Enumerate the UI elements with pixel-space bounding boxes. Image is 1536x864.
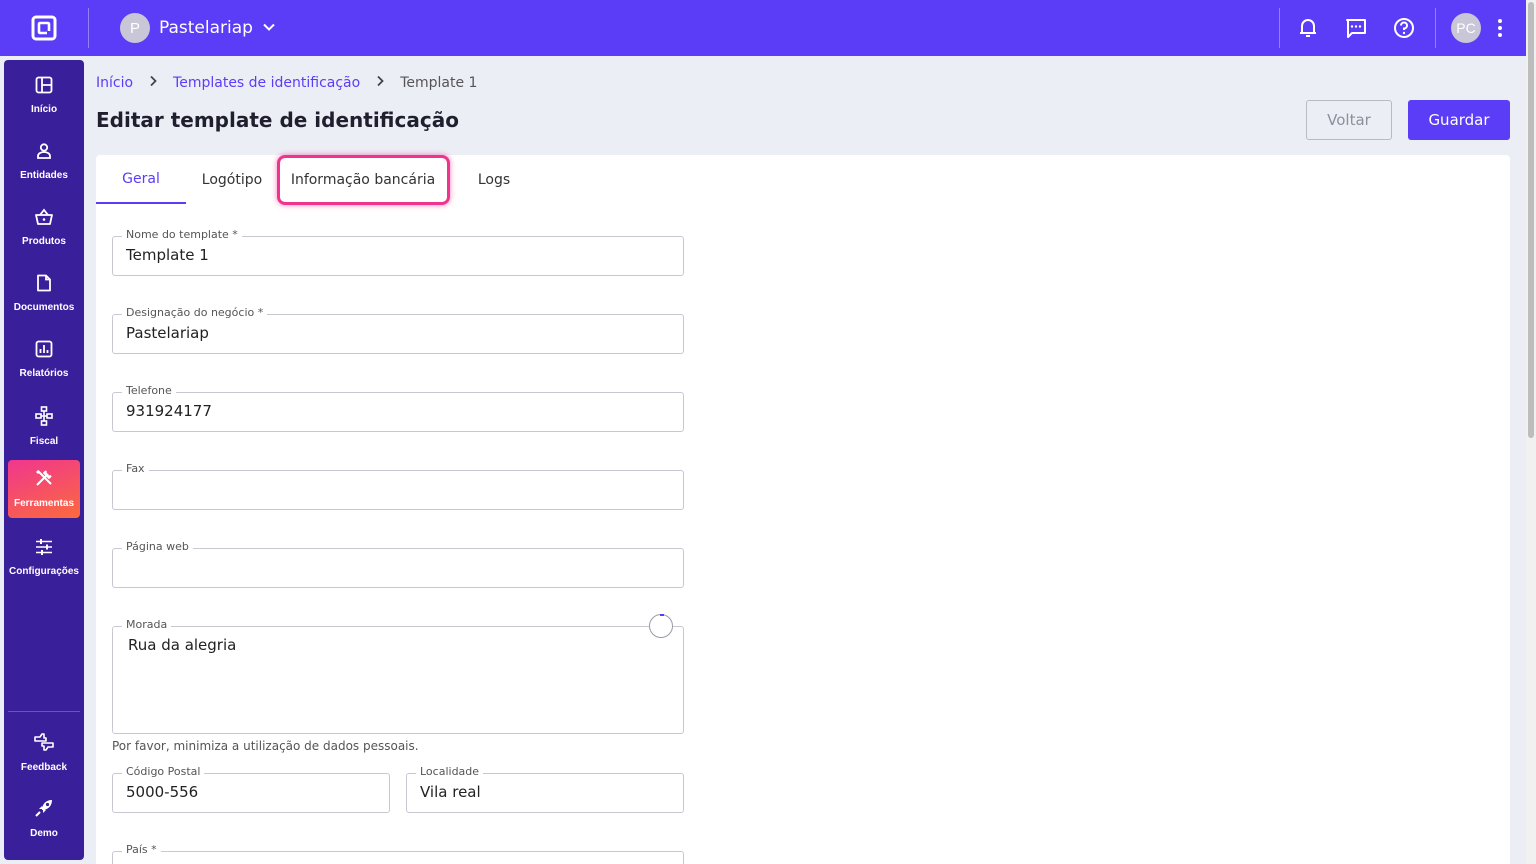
document-icon (36, 274, 52, 296)
topbar-divider (88, 8, 89, 48)
sidebar-item-label: Configurações (8, 566, 79, 577)
sidebar-item-label: Produtos (22, 236, 66, 247)
chevron-right-icon (148, 75, 158, 91)
field-label: Código Postal (122, 765, 205, 779)
sidebar-item-feedback[interactable]: Feedback (8, 724, 80, 782)
phone-field[interactable]: Telefone 931924177 (112, 384, 684, 432)
sidebar-item-label: Fiscal (29, 436, 59, 447)
breadcrumb-current: Template 1 (400, 75, 478, 91)
field-value[interactable]: Template 1 (126, 246, 209, 264)
sidebar-item-label: Início (30, 104, 58, 115)
field-label: Nome do template * (122, 228, 242, 242)
country-field[interactable]: País * (112, 843, 684, 864)
field-label: Fax (122, 462, 149, 476)
dashboard-icon (35, 76, 53, 98)
more-vert-icon[interactable] (1488, 16, 1512, 40)
field-label: Página web (122, 540, 193, 554)
field-value[interactable]: Pastelariap (126, 324, 209, 342)
sidebar-item-label: Relatórios (19, 368, 69, 379)
sidebar-item-produtos[interactable]: Produtos (8, 200, 80, 258)
sidebar-item-entidades[interactable]: Entidades (8, 134, 80, 192)
field-value[interactable]: 5000-556 (126, 783, 198, 801)
topbar-divider (1279, 8, 1280, 48)
sidebar-item-label: Documentos (13, 302, 75, 313)
locality-field[interactable]: Localidade Vila real (406, 765, 684, 813)
field-label: Telefone (122, 384, 176, 398)
address-textarea[interactable]: Morada Rua da alegria (112, 618, 684, 734)
app-logo-icon[interactable] (31, 15, 57, 41)
hierarchy-icon (35, 406, 53, 430)
field-label: País * (122, 843, 161, 857)
bell-icon[interactable] (1296, 16, 1320, 40)
sidebar-item-fiscal[interactable]: Fiscal (8, 398, 80, 456)
sliders-icon (35, 538, 53, 560)
breadcrumb-section-link[interactable]: Templates de identificação (173, 75, 360, 91)
back-button[interactable]: Voltar (1306, 100, 1392, 140)
scrollbar-thumb[interactable] (1528, 2, 1534, 438)
postal-code-field[interactable]: Código Postal 5000-556 (112, 765, 390, 813)
field-value[interactable]: Vila real (420, 783, 481, 801)
org-avatar: P (120, 13, 150, 43)
help-icon[interactable] (1392, 16, 1416, 40)
field-label: Designação do negócio * (122, 306, 268, 320)
breadcrumb-home-link[interactable]: Início (96, 75, 133, 91)
business-name-field[interactable]: Designação do negócio * Pastelariap (112, 306, 684, 354)
sidebar-item-label: Ferramentas (13, 498, 75, 509)
sidebar-item-configuracoes[interactable]: Configurações (8, 530, 80, 588)
chevron-down-icon (262, 19, 276, 38)
sidebar-item-ferramentas[interactable]: Ferramentas (8, 460, 80, 518)
sidebar-item-label: Entidades (20, 170, 68, 181)
page-scrollbar[interactable] (1526, 0, 1536, 864)
field-value[interactable]: Rua da alegria (128, 636, 236, 654)
fax-field[interactable]: Fax (112, 462, 684, 510)
tools-icon (34, 468, 54, 492)
basket-icon (34, 208, 54, 230)
sidebar-item-relatorios[interactable]: Relatórios (8, 332, 80, 390)
loading-spinner-icon (649, 614, 673, 638)
tab-geral[interactable]: Geral (96, 155, 186, 204)
sidebar-item-label: Feedback (20, 762, 68, 773)
rocket-icon (34, 798, 54, 822)
topbar-divider (1435, 8, 1436, 48)
sidebar-item-inicio[interactable]: Início (8, 68, 80, 126)
save-button[interactable]: Guardar (1408, 100, 1510, 140)
tab-highlight-outline (277, 155, 450, 205)
org-name: Pastelariap (159, 18, 253, 38)
tab-logs[interactable]: Logs (462, 155, 526, 204)
page-title: Editar template de identificação (96, 108, 459, 132)
person-icon (35, 142, 53, 164)
field-label: Morada (122, 618, 172, 632)
sidebar-item-label: Demo (30, 828, 58, 839)
template-name-field[interactable]: Nome do template * Template 1 (112, 228, 684, 276)
field-value[interactable]: 931924177 (126, 402, 212, 420)
tab-logotipo[interactable]: Logótipo (190, 155, 274, 204)
sidebar-item-documentos[interactable]: Documentos (8, 266, 80, 324)
sidebar-divider (8, 711, 80, 712)
organization-switcher[interactable]: P Pastelariap (120, 13, 276, 43)
breadcrumb: Início Templates de identificação Templa… (96, 75, 477, 91)
website-field[interactable]: Página web (112, 540, 684, 588)
top-bar: P Pastelariap PC (0, 0, 1526, 56)
feedback-icon (33, 732, 55, 756)
sidebar: Início Entidades Produtos Documentos Rel… (4, 60, 84, 860)
field-label: Localidade (416, 765, 484, 779)
chart-icon (35, 340, 53, 362)
chevron-right-icon (375, 75, 385, 91)
message-icon[interactable] (1344, 16, 1368, 40)
sidebar-item-demo[interactable]: Demo (8, 790, 80, 848)
privacy-helper-text: Por favor, minimiza a utilização de dado… (112, 739, 419, 753)
user-avatar[interactable]: PC (1451, 13, 1481, 43)
